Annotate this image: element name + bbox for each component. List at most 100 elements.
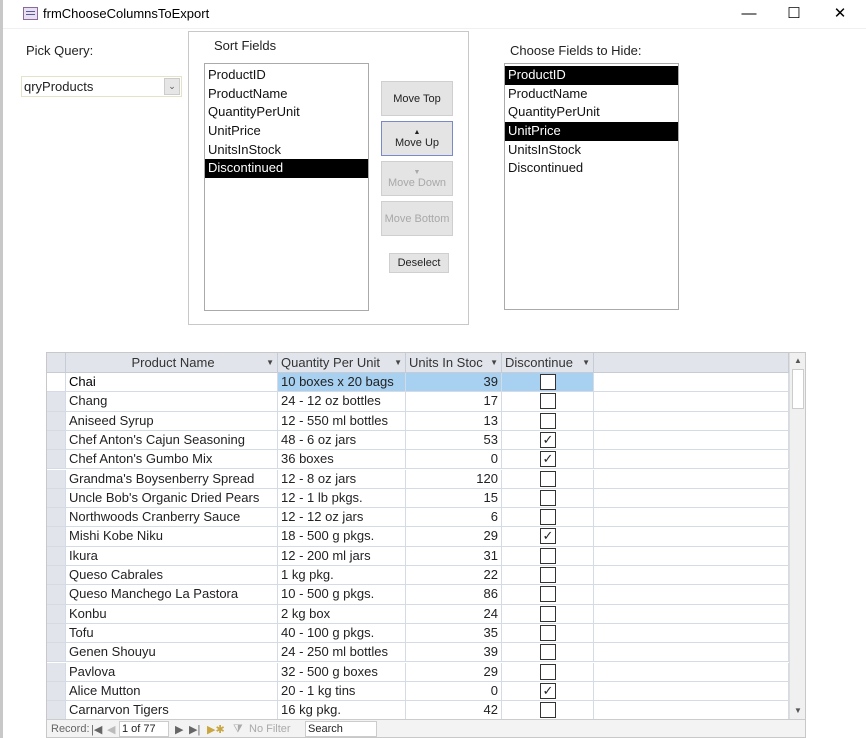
cell-quantity-per-unit[interactable]: 16 kg pkg.	[278, 701, 406, 721]
cell-quantity-per-unit[interactable]: 24 - 12 oz bottles	[278, 392, 406, 412]
cell-discontinued[interactable]	[502, 604, 594, 624]
cell-quantity-per-unit[interactable]: 1 kg pkg.	[278, 566, 406, 586]
cell-quantity-per-unit[interactable]: 12 - 8 oz jars	[278, 469, 406, 489]
table-row[interactable]: Chai 10 boxes x 20 bags 39	[47, 373, 790, 393]
list-item[interactable]: ProductID	[205, 66, 368, 85]
cell-quantity-per-unit[interactable]: 32 - 500 g boxes	[278, 662, 406, 682]
discontinued-checkbox[interactable]	[540, 644, 556, 661]
cell-discontinued[interactable]	[502, 566, 594, 586]
discontinued-checkbox[interactable]: ✓	[540, 451, 556, 468]
cell-quantity-per-unit[interactable]: 12 - 12 oz jars	[278, 508, 406, 528]
table-row[interactable]: Pavlova 32 - 500 g boxes 29	[47, 662, 790, 682]
table-row[interactable]: Ikura 12 - 200 ml jars 31	[47, 546, 790, 566]
cell-units-in-stock[interactable]: 15	[406, 488, 502, 509]
move-down-button[interactable]: ▼ Move Down	[381, 161, 453, 196]
discontinued-checkbox[interactable]	[540, 412, 556, 429]
cell-product-name[interactable]: Chef Anton's Gumbo Mix	[66, 450, 278, 470]
cell-product-name[interactable]: Chai	[66, 373, 278, 393]
cell-units-in-stock[interactable]: 29	[406, 527, 502, 547]
next-record-icon[interactable]: ▶	[175, 723, 183, 736]
discontinued-checkbox[interactable]	[540, 489, 556, 506]
discontinued-checkbox[interactable]	[540, 393, 556, 410]
table-row[interactable]: Chef Anton's Gumbo Mix 36 boxes 0 ✓	[47, 450, 790, 470]
record-selector[interactable]	[47, 508, 66, 528]
cell-quantity-per-unit[interactable]: 2 kg box	[278, 604, 406, 624]
move-top-button[interactable]: Move Top	[381, 81, 453, 116]
list-item[interactable]: Discontinued	[205, 159, 368, 179]
list-item[interactable]: QuantityPerUnit	[505, 103, 678, 122]
deselect-button[interactable]: Deselect	[389, 253, 449, 273]
previous-record-icon[interactable]: ◀	[107, 723, 115, 736]
cell-quantity-per-unit[interactable]: 48 - 6 oz jars	[278, 430, 406, 451]
cell-units-in-stock[interactable]: 53	[406, 430, 502, 451]
vertical-scrollbar[interactable]: ▲ ▼	[789, 353, 805, 719]
search-input[interactable]: Search	[305, 721, 377, 737]
cell-quantity-per-unit[interactable]: 10 - 500 g pkgs.	[278, 585, 406, 605]
discontinued-checkbox[interactable]	[540, 470, 556, 487]
table-row[interactable]: Queso Manchego La Pastora 10 - 500 g pkgs…	[47, 585, 790, 605]
cell-discontinued[interactable]	[502, 508, 594, 528]
products-datasheet[interactable]: Product Name ▼ Quantity Per Unit ▼ Units I…	[46, 352, 806, 738]
discontinued-checkbox[interactable]	[540, 509, 556, 526]
maximize-button[interactable]: ☐	[771, 0, 817, 29]
cell-units-in-stock[interactable]: 42	[406, 701, 502, 721]
cell-units-in-stock[interactable]: 86	[406, 585, 502, 605]
discontinued-checkbox[interactable]: ✓	[540, 528, 556, 545]
list-item[interactable]: UnitPrice	[505, 122, 678, 141]
current-record-input[interactable]: 1 of 77	[119, 721, 169, 737]
cell-product-name[interactable]: Carnarvon Tigers	[66, 701, 278, 721]
discontinued-checkbox[interactable]	[540, 663, 556, 680]
cell-product-name[interactable]: Chang	[66, 392, 278, 412]
record-selector[interactable]	[47, 643, 66, 663]
cell-discontinued[interactable]	[502, 392, 594, 412]
column-header-discontinued[interactable]: Discontinue ▼	[502, 353, 594, 373]
list-item[interactable]: Discontinued	[505, 159, 678, 178]
discontinued-checkbox[interactable]	[540, 586, 556, 603]
discontinued-checkbox[interactable]: ✓	[540, 431, 556, 448]
record-selector[interactable]	[47, 585, 66, 605]
column-header-product-name[interactable]: Product Name ▼	[66, 353, 278, 373]
record-selector[interactable]	[47, 430, 66, 451]
select-all-corner[interactable]	[47, 353, 66, 373]
record-selector[interactable]	[47, 681, 66, 702]
sort-filter-arrow-icon[interactable]: ▼	[394, 353, 402, 372]
table-row[interactable]: Queso Cabrales 1 kg pkg. 22	[47, 566, 790, 586]
cell-product-name[interactable]: Uncle Bob's Organic Dried Pears	[66, 488, 278, 509]
discontinued-checkbox[interactable]	[540, 624, 556, 641]
move-bottom-button[interactable]: Move Bottom	[381, 201, 453, 236]
cell-product-name[interactable]: Queso Manchego La Pastora	[66, 585, 278, 605]
table-row[interactable]: Carnarvon Tigers 16 kg pkg. 42	[47, 701, 790, 721]
cell-units-in-stock[interactable]: 24	[406, 604, 502, 624]
sort-filter-arrow-icon[interactable]: ▼	[266, 353, 274, 372]
list-item[interactable]: UnitsInStock	[205, 141, 368, 160]
cell-product-name[interactable]: Alice Mutton	[66, 681, 278, 702]
table-row[interactable]: Tofu 40 - 100 g pkgs. 35	[47, 623, 790, 644]
table-row[interactable]: Aniseed Syrup 12 - 550 ml bottles 13	[47, 411, 790, 431]
move-up-button[interactable]: ▲ Move Up	[381, 121, 453, 156]
column-header-quantity-per-unit[interactable]: Quantity Per Unit ▼	[278, 353, 406, 373]
discontinued-checkbox[interactable]	[540, 567, 556, 583]
cell-quantity-per-unit[interactable]: 36 boxes	[278, 450, 406, 470]
cell-discontinued[interactable]	[502, 623, 594, 644]
cell-units-in-stock[interactable]: 0	[406, 681, 502, 702]
cell-product-name[interactable]: Pavlova	[66, 662, 278, 682]
record-selector[interactable]	[47, 469, 66, 489]
cell-discontinued[interactable]	[502, 643, 594, 663]
sort-filter-arrow-icon[interactable]: ▼	[582, 353, 590, 372]
discontinued-checkbox[interactable]	[540, 547, 556, 564]
record-selector[interactable]	[47, 527, 66, 547]
cell-discontinued[interactable]: ✓	[502, 527, 594, 547]
discontinued-checkbox[interactable]	[540, 702, 556, 719]
cell-product-name[interactable]: Tofu	[66, 623, 278, 644]
table-row[interactable]: Grandma's Boysenberry Spread 12 - 8 oz ja…	[47, 469, 790, 489]
minimize-button[interactable]: —	[726, 0, 772, 29]
list-item[interactable]: ProductName	[505, 85, 678, 104]
cell-quantity-per-unit[interactable]: 12 - 550 ml bottles	[278, 411, 406, 431]
sort-fields-listbox[interactable]: ProductID ProductName QuantityPerUnit UnitP…	[204, 63, 369, 311]
cell-units-in-stock[interactable]: 29	[406, 662, 502, 682]
record-selector[interactable]	[47, 546, 66, 566]
table-row[interactable]: Alice Mutton 20 - 1 kg tins 0 ✓	[47, 681, 790, 702]
cell-discontinued[interactable]	[502, 585, 594, 605]
cell-discontinued[interactable]: ✓	[502, 450, 594, 470]
record-selector[interactable]	[47, 488, 66, 509]
